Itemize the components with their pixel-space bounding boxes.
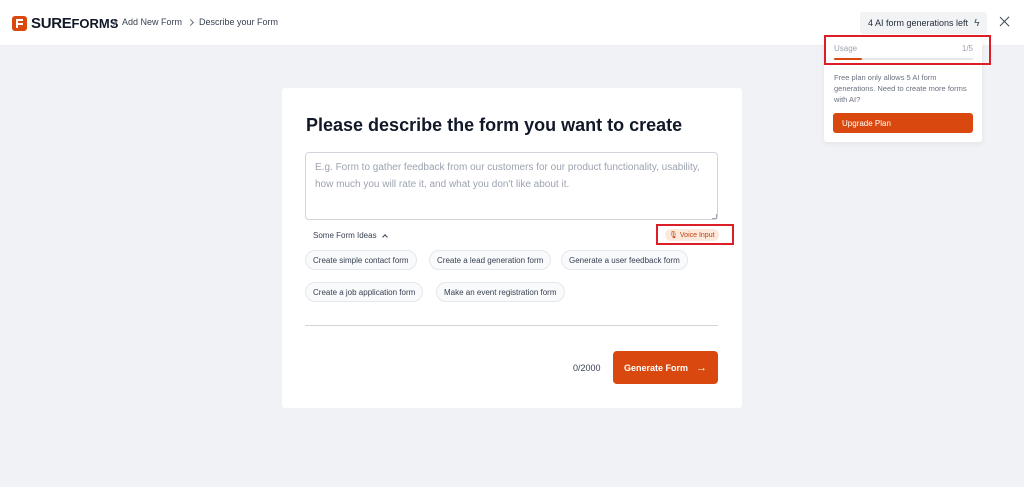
usage-progress-bar [834, 58, 973, 60]
logo-text-main: SURE [31, 15, 72, 32]
form-description-input[interactable] [305, 152, 718, 220]
chevron-up-icon [381, 233, 388, 240]
breadcrumb-describe-form: Describe your Form [199, 17, 279, 27]
sureforms-logo-icon [12, 16, 27, 31]
ai-generations-left-button[interactable]: 4 AI form generations left ϟ [860, 12, 988, 34]
usage-popover: Usage 1/5 Free plan only allows 5 AI for… [824, 35, 991, 142]
form-ideas-label: Some Form Ideas [313, 231, 377, 240]
form-idea-chip[interactable]: Create a lead generation form [429, 250, 552, 270]
sureforms-logo[interactable]: SUREFORMS [12, 15, 118, 32]
breadcrumb: Add New Form Describe your Form [105, 17, 278, 27]
breadcrumb-add-new-form[interactable]: Add New Form [122, 17, 182, 27]
divider [305, 325, 718, 326]
upgrade-plan-button[interactable]: Upgrade Plan [833, 113, 973, 133]
page-title: Please describe the form you want to cre… [306, 115, 683, 135]
usage-header: Usage 1/5 [834, 44, 973, 53]
describe-form-card: Please describe the form you want to cre… [282, 88, 742, 408]
generate-form-button[interactable]: Generate Form → [613, 351, 718, 384]
form-idea-chip[interactable]: Create a job application form [305, 282, 424, 302]
generate-form-label: Generate Form [623, 362, 689, 373]
chevron-right-icon [186, 18, 195, 26]
ai-generations-label: 4 AI form generations left [868, 18, 969, 28]
resize-handle-icon[interactable] [712, 214, 717, 219]
form-idea-chip[interactable]: Create simple contact form [305, 250, 417, 270]
voice-input-button[interactable]: 🎙 Voice Input [665, 229, 719, 241]
voice-input-label: Voice Input [679, 231, 715, 239]
usage-note: Free plan only allows 5 AI form generati… [834, 73, 967, 104]
character-counter: 0/2000 [573, 363, 601, 373]
usage-label: Usage [834, 44, 858, 53]
usage-progress-fill [834, 58, 862, 60]
form-ideas-toggle[interactable]: Some Form Ideas [313, 231, 388, 240]
form-idea-chip[interactable]: Generate a user feedback form [561, 250, 688, 270]
arrow-right-icon: → [696, 361, 708, 374]
microphone-icon: 🎙 [669, 232, 678, 239]
form-idea-chip[interactable]: Make an event registration form [436, 282, 565, 302]
lightning-icon: ϟ [974, 17, 980, 29]
usage-count: 1/5 [961, 44, 973, 53]
chevron-right-icon [109, 18, 118, 26]
close-icon[interactable] [996, 13, 1014, 31]
